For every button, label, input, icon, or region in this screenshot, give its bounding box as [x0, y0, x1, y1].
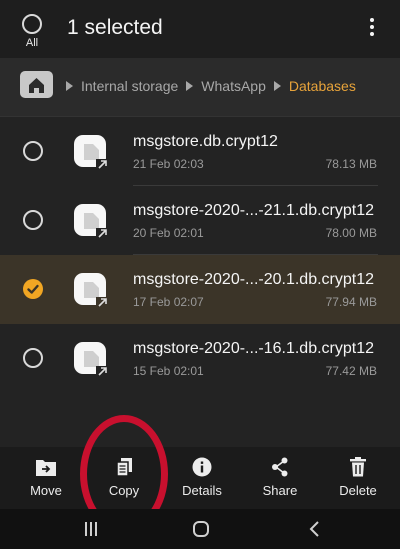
- recent-apps-icon[interactable]: [82, 520, 100, 538]
- breadcrumb-separator-icon: [273, 81, 281, 91]
- file-name: msgstore.db.crypt12: [133, 133, 278, 150]
- details-button[interactable]: Details: [164, 457, 240, 498]
- row-checkbox[interactable]: [23, 210, 43, 230]
- home-folder-button[interactable]: [20, 71, 53, 98]
- breadcrumb-separator-icon: [66, 81, 73, 91]
- copy-icon: [116, 458, 132, 477]
- file-date: 21 Feb 02:03: [133, 157, 204, 171]
- copy-label: Copy: [108, 483, 140, 498]
- move-button[interactable]: Move: [8, 457, 84, 498]
- share-button[interactable]: Share: [242, 457, 318, 498]
- row-checkbox[interactable]: [23, 141, 43, 161]
- file-size: 78.00 MB: [325, 226, 377, 240]
- details-label: Details: [182, 483, 222, 498]
- file-icon: [74, 273, 109, 309]
- file-size: 77.42 MB: [325, 364, 377, 378]
- info-icon: [192, 457, 212, 477]
- file-row-selected[interactable]: msgstore-2020-...-20.1.db.crypt12 17 Feb…: [0, 255, 400, 324]
- move-icon: [36, 460, 56, 476]
- bottom-action-bar: Move Copy Details Share Delete: [0, 447, 400, 509]
- breadcrumb-whatsapp[interactable]: WhatsApp: [201, 78, 266, 94]
- file-name: msgstore-2020-...-20.1.db.crypt12: [133, 271, 375, 288]
- file-date: 15 Feb 02:01: [133, 364, 204, 378]
- file-icon: [74, 204, 109, 240]
- file-name: msgstore-2020-...-21.1.db.crypt12: [133, 202, 375, 219]
- selection-title: 1 selected: [67, 16, 163, 39]
- file-size: 77.94 MB: [325, 295, 377, 309]
- file-icon: [74, 342, 109, 378]
- share-icon: [272, 457, 288, 477]
- file-row[interactable]: msgstore.db.crypt12 21 Feb 02:03 78.13 M…: [0, 117, 400, 186]
- select-all-checkbox[interactable]: All: [17, 14, 47, 49]
- file-icon: [74, 135, 109, 171]
- system-navigation-bar: [0, 509, 400, 549]
- breadcrumb-databases[interactable]: Databases: [289, 78, 356, 94]
- checkmark-icon: [27, 284, 39, 294]
- breadcrumb-internal-storage[interactable]: Internal storage: [81, 78, 178, 94]
- delete-label: Delete: [339, 483, 377, 498]
- move-label: Move: [30, 483, 62, 498]
- home-nav-icon[interactable]: [192, 520, 210, 538]
- row-checkbox-checked[interactable]: [23, 279, 43, 299]
- back-icon[interactable]: [306, 520, 324, 538]
- trash-icon: [350, 457, 366, 477]
- more-options-icon[interactable]: [369, 18, 375, 39]
- file-list: msgstore.db.crypt12 21 Feb 02:03 78.13 M…: [0, 117, 400, 393]
- file-name: msgstore-2020-...-16.1.db.crypt12: [133, 340, 375, 357]
- file-row[interactable]: msgstore-2020-...-16.1.db.crypt12 15 Feb…: [0, 324, 400, 393]
- file-date: 20 Feb 02:01: [133, 226, 204, 240]
- breadcrumb-separator-icon: [186, 81, 194, 91]
- row-checkbox[interactable]: [23, 348, 43, 368]
- select-all-circle-icon[interactable]: [22, 14, 42, 34]
- file-size: 78.13 MB: [325, 157, 377, 171]
- home-icon: [29, 78, 44, 93]
- select-all-label: All: [25, 37, 39, 49]
- file-row[interactable]: msgstore-2020-...-21.1.db.crypt12 20 Feb…: [0, 186, 400, 255]
- top-app-bar: All 1 selected: [0, 0, 400, 58]
- delete-button[interactable]: Delete: [320, 457, 396, 498]
- breadcrumb: Internal storage WhatsApp Databases: [0, 58, 400, 117]
- copy-button[interactable]: Copy: [86, 457, 162, 498]
- file-date: 17 Feb 02:07: [133, 295, 204, 309]
- share-label: Share: [262, 483, 298, 498]
